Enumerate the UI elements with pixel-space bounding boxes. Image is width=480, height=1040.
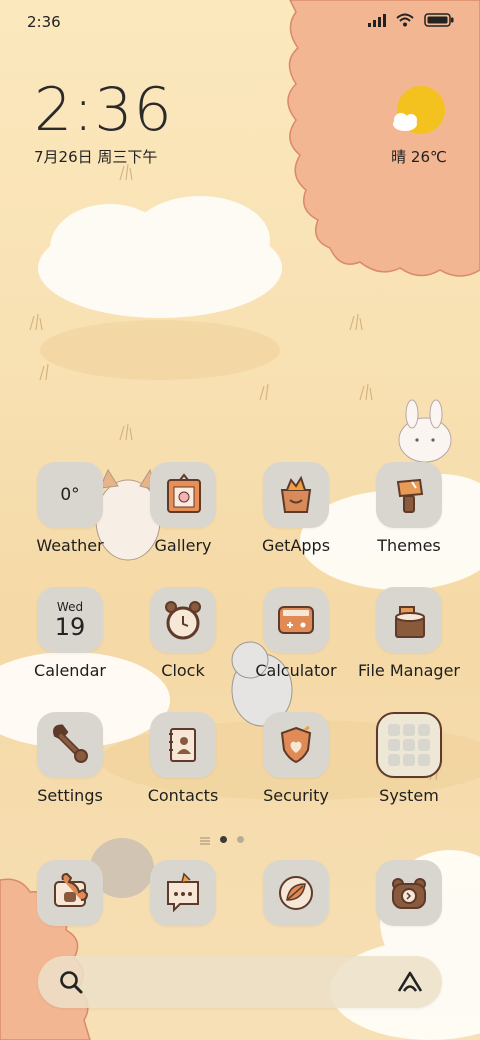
- app-folder-icon: [376, 712, 442, 778]
- signal-icon: [368, 12, 386, 31]
- app-label: Clock: [161, 661, 205, 680]
- app-label: File Manager: [358, 661, 460, 680]
- calendar-day-number: 19: [54, 612, 86, 641]
- app-label: Gallery: [154, 536, 212, 555]
- list-pages-icon: [200, 830, 210, 849]
- page-indicator[interactable]: [200, 830, 244, 849]
- app-security[interactable]: Security: [241, 712, 351, 805]
- app-clock[interactable]: Clock: [128, 587, 238, 680]
- app-file-manager[interactable]: File Manager: [354, 587, 464, 680]
- dock-messages[interactable]: [128, 860, 238, 926]
- shield-icon: [263, 712, 329, 778]
- app-label: Weather: [36, 536, 104, 555]
- app-weather[interactable]: 0° Weather: [15, 462, 125, 555]
- app-system-folder[interactable]: System: [354, 712, 464, 805]
- app-themes[interactable]: Themes: [354, 462, 464, 555]
- app-calculator[interactable]: Calculator: [241, 587, 351, 680]
- weather-widget[interactable]: 晴 26℃: [388, 86, 450, 167]
- bunny-illustration: [398, 399, 452, 463]
- app-calendar[interactable]: Wed 19 Calendar: [15, 587, 125, 680]
- app-contacts[interactable]: Contacts: [128, 712, 238, 805]
- calendar-day-name: Wed: [56, 599, 84, 614]
- app-settings[interactable]: Settings: [15, 712, 125, 805]
- app-gallery[interactable]: Gallery: [128, 462, 238, 555]
- page-dot[interactable]: [237, 836, 244, 843]
- clock-widget[interactable]: 2:36 7月26日 周三下午: [34, 78, 173, 167]
- themes-brush-icon: [376, 462, 442, 528]
- wifi-icon: [396, 12, 414, 31]
- gallery-icon: [150, 462, 216, 528]
- assistant-icon[interactable]: [396, 970, 424, 998]
- app-label: Contacts: [147, 786, 219, 805]
- browser-leaf-icon: [263, 860, 329, 926]
- calculator-icon: [263, 587, 329, 653]
- app-label: System: [379, 786, 439, 805]
- status-time: 2:36: [27, 13, 61, 31]
- dock-camera[interactable]: [354, 860, 464, 926]
- weather-widget-text: 晴 26℃: [391, 148, 447, 166]
- app-label: Security: [263, 786, 329, 805]
- dock-phone[interactable]: [15, 860, 125, 926]
- search-icon[interactable]: [58, 969, 84, 999]
- app-label: GetApps: [261, 536, 331, 555]
- clock-widget-time: 2:36: [34, 75, 173, 145]
- status-bar: 2:36: [0, 0, 480, 42]
- folder-icon: [376, 587, 442, 653]
- battery-icon: [424, 12, 454, 31]
- clock-widget-date: 7月26日 周三下午: [34, 148, 158, 166]
- search-bar[interactable]: [38, 956, 442, 1008]
- camera-bear-icon: [376, 860, 442, 926]
- app-label: Settings: [37, 786, 103, 805]
- getapps-icon: [263, 462, 329, 528]
- dock-browser[interactable]: [241, 860, 351, 926]
- app-label: Calendar: [34, 661, 106, 680]
- wrench-icon: [37, 712, 103, 778]
- page-dot-active[interactable]: [220, 836, 227, 843]
- app-label: Calculator: [255, 661, 337, 680]
- phone-icon: [37, 860, 103, 926]
- app-getapps[interactable]: GetApps: [241, 462, 351, 555]
- sun-cloud-icon: [391, 86, 447, 142]
- messages-icon: [150, 860, 216, 926]
- weather-app-icon: 0°: [37, 462, 103, 528]
- calendar-icon: Wed 19: [37, 587, 103, 653]
- contacts-book-icon: [150, 712, 216, 778]
- alarm-clock-icon: [150, 587, 216, 653]
- app-label: Themes: [377, 536, 441, 555]
- weather-app-icon-text: 0°: [60, 485, 80, 505]
